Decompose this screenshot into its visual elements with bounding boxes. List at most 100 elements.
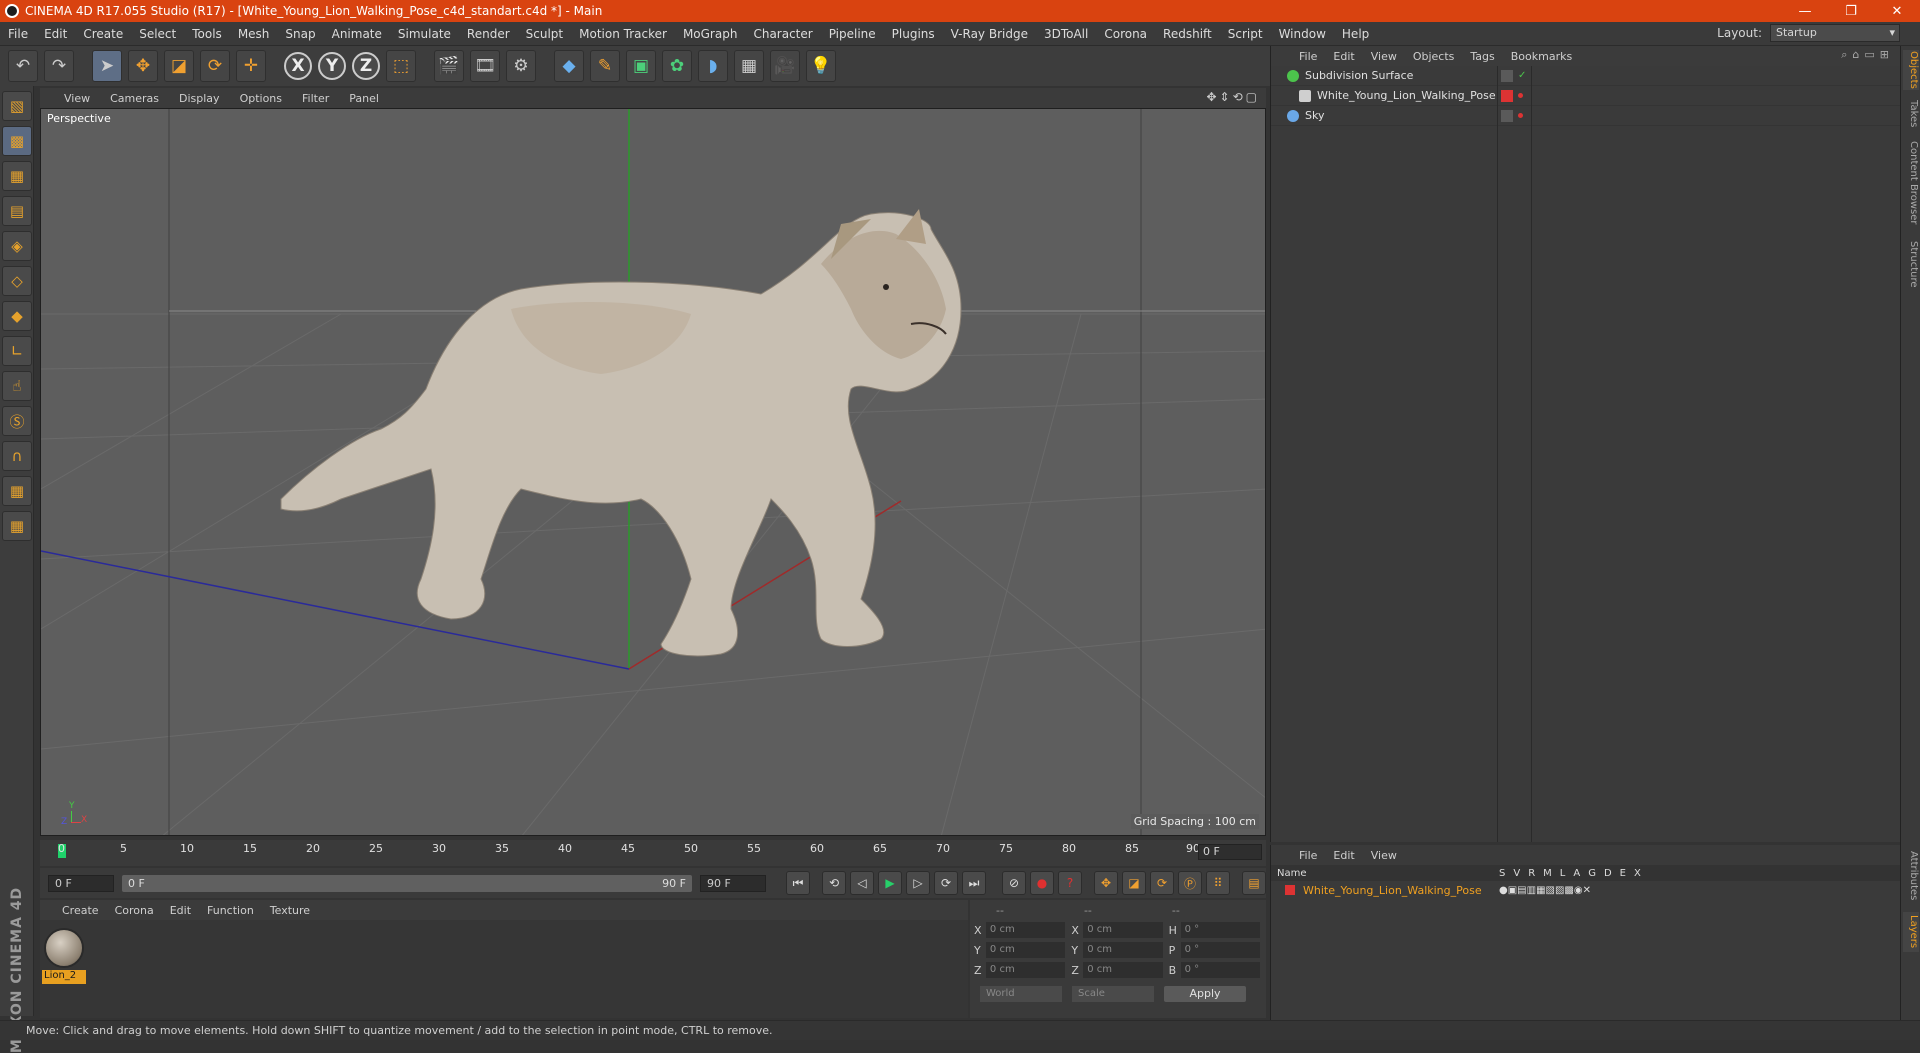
light-icon[interactable]: 💡 — [806, 50, 836, 82]
layer-tag-icon[interactable] — [1501, 69, 1513, 82]
menu-animate[interactable]: Animate — [324, 27, 390, 41]
menu-mograph[interactable]: MoGraph — [675, 27, 746, 41]
object-menu-objects[interactable]: Objects — [1405, 50, 1463, 63]
step-back-icon[interactable]: ◁ — [850, 871, 874, 895]
pen-icon[interactable]: ✎ — [590, 50, 620, 82]
tab-layers[interactable]: Layers — [1903, 912, 1919, 952]
end-frame-field[interactable]: 90 F — [700, 874, 766, 892]
object-row-lion[interactable]: White_Young_Lion_Walking_Pose — [1271, 86, 1900, 106]
redo-icon[interactable]: ↷ — [44, 50, 74, 82]
y-axis-icon[interactable]: Y — [318, 52, 346, 80]
menu-3dtoall[interactable]: 3DToAll — [1036, 27, 1096, 41]
menu-snap[interactable]: Snap — [277, 27, 323, 41]
viewport-menu-options[interactable]: Options — [230, 92, 292, 105]
size-z-field[interactable]: 0 cm — [1083, 962, 1163, 978]
camera-icon[interactable]: 🎥 — [770, 50, 800, 82]
model-mode-icon[interactable]: ▩ — [2, 126, 32, 156]
menu-corona[interactable]: Corona — [1096, 27, 1155, 41]
material-menu-texture[interactable]: Texture — [262, 904, 318, 917]
position-x-field[interactable]: 0 cm — [985, 922, 1066, 938]
magnet-icon[interactable]: ∩ — [2, 441, 32, 471]
deformer-icon[interactable]: ◗ — [698, 50, 728, 82]
tab-structure[interactable]: Structure — [1903, 236, 1919, 292]
menu-sculpt[interactable]: Sculpt — [518, 27, 571, 41]
menu-character[interactable]: Character — [745, 27, 820, 41]
object-menu-file[interactable]: File — [1291, 50, 1325, 63]
layer-menu-view[interactable]: View — [1363, 849, 1405, 862]
grid-snap-icon[interactable]: ▦ — [2, 511, 32, 541]
key-pla-icon[interactable]: ⠿ — [1206, 871, 1230, 895]
subdivision-icon[interactable]: ▣ — [626, 50, 656, 82]
tweak-mode-icon[interactable]: ☝ — [2, 371, 32, 401]
x-axis-icon[interactable]: X — [284, 52, 312, 80]
tab-objects[interactable]: Objects — [1903, 50, 1919, 90]
floor-icon[interactable]: ▦ — [734, 50, 764, 82]
viewport-menu-panel[interactable]: Panel — [339, 92, 389, 105]
key-scale-icon[interactable]: ◪ — [1122, 871, 1146, 895]
timeline-window-icon[interactable]: ▤ — [1242, 871, 1266, 895]
coord-mode-dropdown[interactable]: Scale — [1072, 986, 1154, 1002]
rotation-h-field[interactable]: 0 ° — [1180, 922, 1260, 938]
layer-toggle-icons[interactable]: ●▣▤▥▦▧▨▩◉✕ — [1499, 885, 1591, 896]
key-parameter-icon[interactable]: Ⓟ — [1178, 871, 1202, 895]
object-menu-tags[interactable]: Tags — [1462, 50, 1502, 63]
lion-model[interactable] — [280, 209, 962, 657]
render-picture-viewer-icon[interactable]: 🎞 — [470, 50, 500, 82]
current-frame-field[interactable]: 0 F — [1198, 844, 1262, 860]
autokey-icon[interactable]: ? — [1058, 871, 1082, 895]
menu-simulate[interactable]: Simulate — [390, 27, 459, 41]
material-thumbnail[interactable] — [44, 928, 84, 968]
next-key-icon[interactable]: ⟳ — [934, 871, 958, 895]
coord-space-dropdown[interactable]: World — [980, 986, 1062, 1002]
layout-dropdown[interactable]: Startup — [1770, 24, 1900, 42]
edges-mode-icon[interactable]: ◇ — [2, 266, 32, 296]
visibility-dot-icon[interactable] — [1518, 93, 1523, 98]
menu-script[interactable]: Script — [1220, 27, 1271, 41]
material-name[interactable]: Lion_2 — [42, 970, 86, 984]
menu-file[interactable]: File — [0, 27, 36, 41]
menu-mesh[interactable]: Mesh — [230, 27, 278, 41]
play-icon[interactable]: ▶ — [878, 871, 902, 895]
viewport-menu-filter[interactable]: Filter — [292, 92, 339, 105]
rotation-b-field[interactable]: 0 ° — [1180, 962, 1260, 978]
menu-motion-tracker[interactable]: Motion Tracker — [571, 27, 675, 41]
undo-icon[interactable]: ↶ — [8, 50, 38, 82]
menu-render[interactable]: Render — [459, 27, 518, 41]
viewport-menu-display[interactable]: Display — [169, 92, 230, 105]
menu-select[interactable]: Select — [131, 27, 184, 41]
material-menu-corona[interactable]: Corona — [107, 904, 162, 917]
close-button[interactable]: ✕ — [1874, 0, 1920, 22]
object-menu-edit[interactable]: Edit — [1325, 50, 1362, 63]
tab-takes[interactable]: Takes — [1903, 96, 1919, 132]
go-to-end-icon[interactable]: ⏭ — [962, 871, 986, 895]
start-frame-field[interactable]: 0 F — [48, 874, 114, 892]
viewport-menu-cameras[interactable]: Cameras — [100, 92, 169, 105]
move-icon[interactable]: ✥ — [128, 50, 158, 82]
menu-pipeline[interactable]: Pipeline — [821, 27, 884, 41]
timeline-ruler[interactable]: 0 5 10 15 20 25 30 35 40 45 50 55 60 65 … — [50, 840, 1200, 866]
object-menu-view[interactable]: View — [1363, 50, 1405, 63]
lock-workplane-icon[interactable]: ▦ — [2, 476, 32, 506]
timeline[interactable]: 0 5 10 15 20 25 30 35 40 45 50 55 60 65 … — [40, 840, 1266, 866]
menu-window[interactable]: Window — [1271, 27, 1334, 41]
material-menu-create[interactable]: Create — [54, 904, 107, 917]
material-menu-edit[interactable]: Edit — [162, 904, 199, 917]
object-row-subdivision[interactable]: Subdivision Surface ✓ — [1271, 66, 1900, 86]
layer-menu-edit[interactable]: Edit — [1325, 849, 1362, 862]
move-alt-icon[interactable]: ✛ — [236, 50, 266, 82]
object-menu-bookmarks[interactable]: Bookmarks — [1503, 50, 1580, 63]
tab-attributes[interactable]: Attributes — [1903, 846, 1919, 906]
minimize-button[interactable]: — — [1782, 0, 1828, 22]
enabled-check-icon[interactable]: ✓ — [1518, 70, 1526, 81]
menu-tools[interactable]: Tools — [184, 27, 230, 41]
render-settings-icon[interactable]: ⚙ — [506, 50, 536, 82]
object-row-sky[interactable]: Sky — [1271, 106, 1900, 126]
size-x-field[interactable]: 0 cm — [1083, 922, 1163, 938]
viewport-perspective[interactable]: Perspective Y X Z Grid Spacing : 100 cm — [40, 108, 1266, 836]
menu-redshift[interactable]: Redshift — [1155, 27, 1220, 41]
z-axis-icon[interactable]: Z — [352, 52, 380, 80]
cloner-icon[interactable]: ✿ — [662, 50, 692, 82]
layer-row[interactable]: White_Young_Lion_Walking_Pose ●▣▤▥▦▧▨▩◉✕ — [1271, 881, 1900, 899]
layer-menu-file[interactable]: File — [1291, 849, 1325, 862]
key-position-icon[interactable]: ✥ — [1094, 871, 1118, 895]
